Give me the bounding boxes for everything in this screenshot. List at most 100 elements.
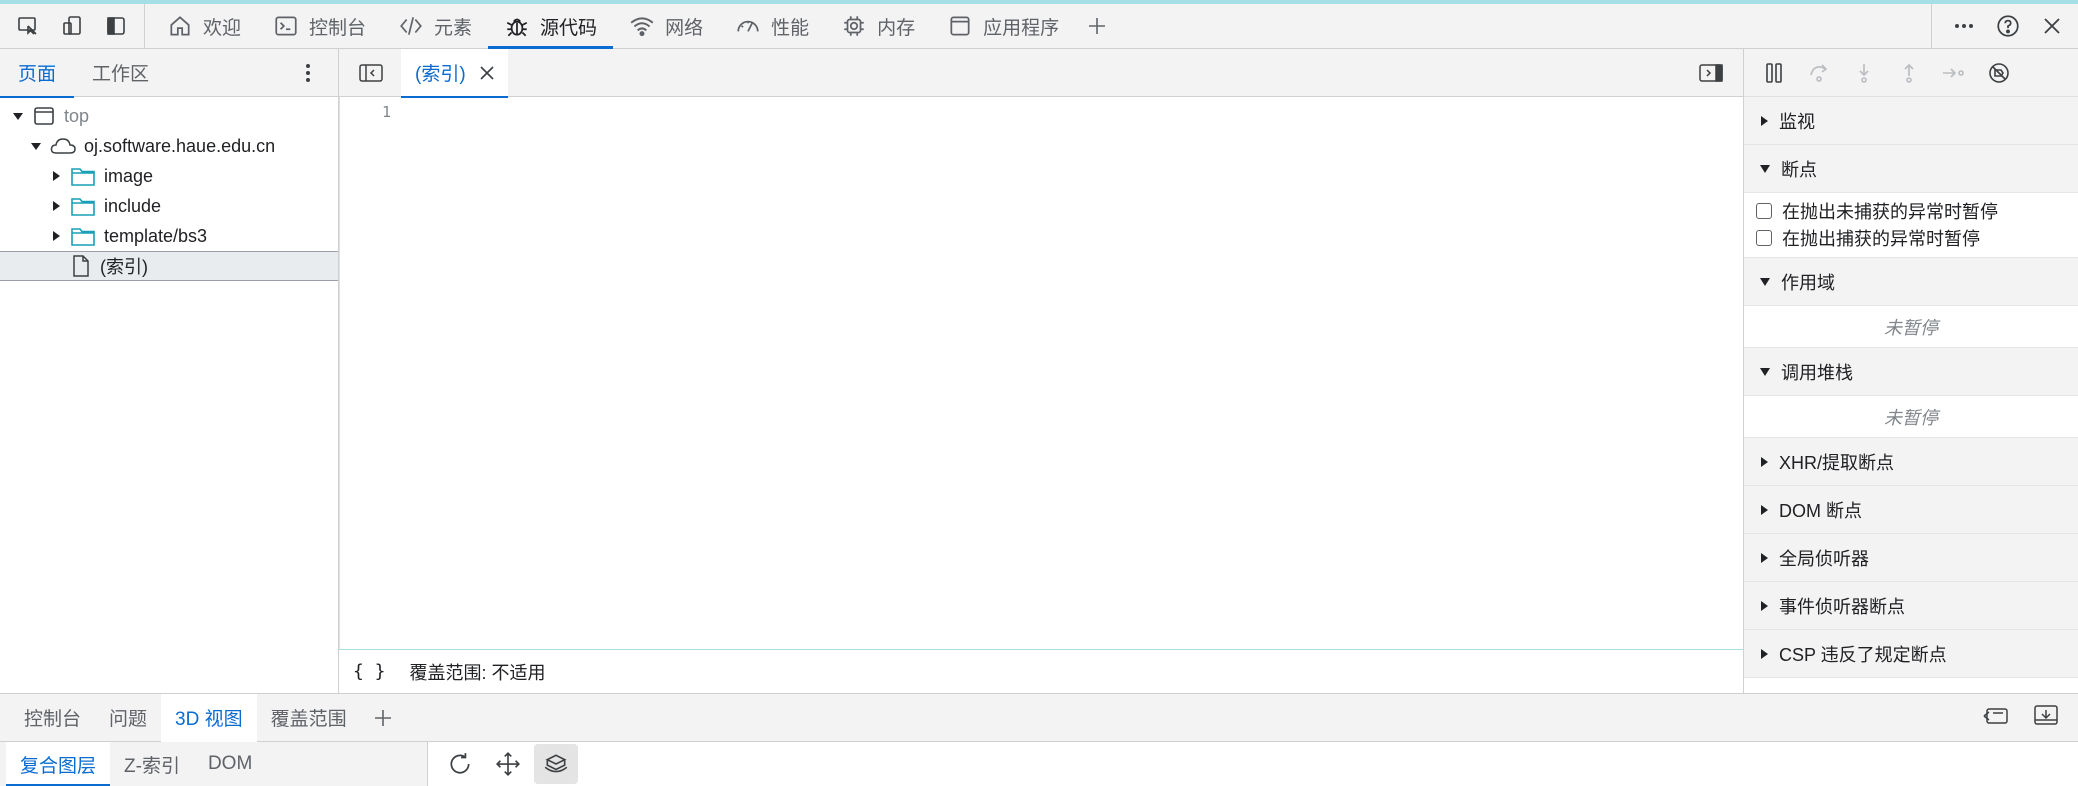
section-label: DOM 断点 (1779, 500, 1862, 521)
file-tab-label: (索引) (415, 64, 466, 85)
tab-welcome[interactable]: 欢迎 (151, 4, 257, 49)
drawer-tab-3d-view[interactable]: 3D 视图 (161, 693, 257, 742)
tab-label: 性能 (771, 17, 810, 39)
collapsed-triangle-icon (1761, 504, 1768, 515)
drawer-tab-issues[interactable]: 问题 (95, 694, 161, 742)
tree-item-file[interactable]: (索引) (0, 251, 338, 281)
tree-item-top[interactable]: top (0, 101, 338, 131)
tab-elements[interactable]: 元素 (382, 4, 488, 49)
pause-caught-option[interactable]: 在抛出捕获的异常时暂停 (1744, 224, 2078, 251)
bug-icon (506, 18, 528, 37)
section-scope[interactable]: 作用域 (1744, 258, 2078, 306)
collapsed-triangle-icon[interactable] (50, 230, 62, 242)
chip-icon (844, 16, 864, 36)
pause-uncaught-option[interactable]: 在抛出未捕获的异常时暂停 (1744, 197, 2078, 224)
file-tree: top oj.software.haue.edu.cn image includ… (0, 97, 338, 281)
move-to-top-icon[interactable] (1982, 702, 2010, 728)
tab-page[interactable]: 页面 (0, 49, 75, 98)
expanded-triangle-icon (1760, 367, 1770, 376)
tab-console[interactable]: 控制台 (257, 4, 382, 49)
expanded-triangle-icon[interactable] (30, 140, 42, 152)
toggle-navigator-icon[interactable] (349, 51, 393, 95)
tree-item-folder[interactable]: include (0, 191, 338, 221)
tab-network[interactable]: 网络 (613, 4, 719, 49)
navigator-panel: 页面 工作区 top oj.software.haue.edu.cn image… (0, 49, 339, 693)
rotate-3d-icon[interactable] (534, 744, 578, 784)
collapsed-triangle-icon[interactable] (50, 170, 62, 182)
step-into-icon[interactable] (1846, 55, 1882, 91)
subtab-dom[interactable]: DOM (194, 742, 266, 786)
main-toolbar: 欢迎 控制台 元素 源代码 网络 性能 内存 应用程序 (0, 0, 2078, 49)
navigator-menu-icon[interactable] (298, 61, 318, 90)
coverage-status: 覆盖范围: 不适用 (409, 662, 546, 683)
section-xhr-breakpoints[interactable]: XHR/提取断点 (1744, 438, 2078, 486)
pretty-print-button[interactable]: { } (353, 661, 386, 682)
add-drawer-tab-icon[interactable] (361, 696, 405, 740)
close-tab-icon[interactable] (480, 65, 494, 80)
editor-status-bar: { } 覆盖范围: 不适用 (339, 649, 1743, 693)
subtab-composited-layers[interactable]: 复合图层 (6, 742, 111, 786)
section-event-listener-breakpoints[interactable]: 事件侦听器断点 (1744, 582, 2078, 630)
section-call-stack[interactable]: 调用堆栈 (1744, 348, 2078, 396)
deactivate-breakpoints-icon[interactable] (1981, 55, 2017, 91)
scope-state: 未暂停 (1744, 306, 2078, 348)
toolbar-divider (144, 4, 145, 48)
section-watch[interactable]: 监视 (1744, 97, 2078, 145)
section-breakpoints[interactable]: 断点 (1744, 145, 2078, 193)
pan-icon[interactable] (486, 744, 530, 784)
wifi-icon (630, 17, 654, 37)
tab-application[interactable]: 应用程序 (931, 4, 1075, 49)
pause-uncaught-checkbox[interactable] (1756, 202, 1772, 219)
tree-item-domain[interactable]: oj.software.haue.edu.cn (0, 131, 338, 161)
expanded-triangle-icon (1760, 164, 1770, 173)
console-icon (275, 16, 297, 36)
refresh-icon[interactable] (438, 744, 482, 784)
step-over-icon[interactable] (1801, 55, 1837, 91)
dock-drawer-icon[interactable] (2032, 702, 2060, 728)
tab-sources[interactable]: 源代码 (488, 4, 614, 49)
section-label: 监视 (1779, 111, 1815, 132)
tab-workspace[interactable]: 工作区 (74, 49, 167, 97)
section-dom-breakpoints[interactable]: DOM 断点 (1744, 486, 2078, 534)
section-label: 调用堆栈 (1781, 362, 1853, 383)
dock-side-icon[interactable] (94, 4, 138, 48)
code-tag-icon (400, 17, 422, 35)
tab-label: 欢迎 (203, 17, 242, 39)
code-editor[interactable]: 1 (339, 97, 1743, 649)
drawer-tab-coverage[interactable]: 覆盖范围 (257, 694, 361, 742)
help-icon[interactable] (1986, 4, 2030, 48)
collapsed-triangle-icon (1761, 115, 1768, 126)
debugger-sidebar: 监视 断点 在抛出未捕获的异常时暂停 在抛出捕获的异常时暂停 作用域 未暂停 调… (1743, 49, 2078, 693)
tab-memory[interactable]: 内存 (825, 4, 931, 49)
tab-label: 控制台 (309, 17, 367, 39)
step-out-icon[interactable] (1891, 55, 1927, 91)
section-global-listeners[interactable]: 全局侦听器 (1744, 534, 2078, 582)
section-label: 事件侦听器断点 (1779, 596, 1905, 617)
tree-item-folder[interactable]: image (0, 161, 338, 191)
tree-label: template/bs3 (104, 225, 208, 246)
collapsed-triangle-icon[interactable] (50, 200, 62, 212)
file-tab-index[interactable]: (索引) (401, 48, 508, 98)
add-tab-icon[interactable] (1075, 4, 1119, 48)
tab-label: 内存 (877, 17, 916, 39)
section-label: 全局侦听器 (1779, 548, 1869, 569)
section-csp-breakpoints[interactable]: CSP 违反了规定断点 (1744, 630, 2078, 678)
inspect-element-icon[interactable] (6, 4, 50, 48)
close-devtools-icon[interactable] (2030, 4, 2074, 48)
expanded-triangle-icon (1760, 277, 1770, 286)
device-emulation-icon[interactable] (50, 4, 94, 48)
step-icon[interactable] (1936, 55, 1972, 91)
tab-performance[interactable]: 性能 (719, 4, 825, 49)
expanded-triangle-icon[interactable] (12, 110, 24, 122)
option-label: 在抛出捕获的异常时暂停 (1782, 228, 1980, 249)
tree-item-folder[interactable]: template/bs3 (0, 221, 338, 251)
more-options-icon[interactable] (1942, 4, 1986, 48)
drawer-tab-console[interactable]: 控制台 (10, 694, 95, 742)
toggle-debugger-icon[interactable] (1689, 51, 1733, 95)
pause-caught-checkbox[interactable] (1756, 229, 1772, 246)
pause-icon[interactable] (1756, 55, 1792, 91)
home-icon (170, 16, 190, 36)
window-icon (950, 16, 970, 36)
subtab-z-index[interactable]: Z-索引 (110, 742, 194, 786)
tree-label: (索引) (100, 257, 148, 277)
